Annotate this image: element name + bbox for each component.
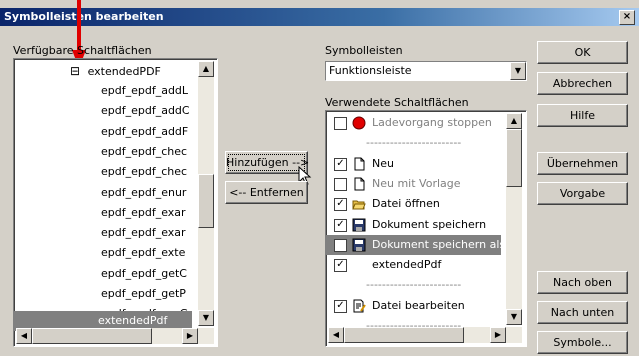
tree-item[interactable]: epdf_epdf_getP <box>101 284 196 304</box>
save-as-icon <box>352 238 366 252</box>
used-buttons-list[interactable]: Ladevorgang stoppen ---------------------… <box>325 110 527 347</box>
checkbox[interactable] <box>334 238 347 252</box>
tree-item[interactable]: epdf_epdf_addL <box>101 81 196 101</box>
tree-item[interactable]: epdf_epdf_enur <box>101 183 196 203</box>
edit-file-icon <box>352 299 366 313</box>
list-item[interactable]: Neu mit Vorlage <box>326 174 501 194</box>
available-buttons-label: Verfügbare Schaltflächen <box>13 44 152 57</box>
used-buttons-label: Verwendete Schaltflächen <box>325 96 469 109</box>
list-scroll-left-button[interactable]: ◀ <box>328 327 344 343</box>
list-scroll-down-button[interactable]: ▼ <box>506 309 522 325</box>
collapse-icon[interactable]: ⊟ <box>70 64 80 78</box>
h-scroll-thumb[interactable] <box>32 328 152 344</box>
list-item-label: Dokument speichern <box>372 217 487 231</box>
list-item-label: Neu <box>372 156 394 170</box>
tree-item[interactable]: epdf_epdf_getC <box>101 264 196 284</box>
default-button[interactable]: Vorgabe <box>537 182 628 205</box>
list-item[interactable]: Dokument speichern als <box>326 234 505 255</box>
dialog-window: Symbolleisten bearbeiten × Verfügbare Sc… <box>0 0 639 356</box>
tree-vertical-scrollbar[interactable]: ▲ ▼ <box>198 61 214 326</box>
checkbox[interactable]: ✓ <box>334 157 347 171</box>
list-item[interactable]: ✓ Datei bearbeiten <box>326 296 501 316</box>
scroll-left-button[interactable]: ◀ <box>16 328 32 344</box>
list-scroll-thumb[interactable] <box>506 129 522 187</box>
help-button[interactable]: Hilfe <box>537 104 628 127</box>
chevron-down-icon[interactable]: ▼ <box>510 62 526 80</box>
tree-item[interactable]: epdf_epdf_exte <box>101 243 196 263</box>
list-item[interactable]: Ladevorgang stoppen <box>326 113 501 133</box>
close-button[interactable]: × <box>619 10 635 25</box>
list-vertical-scrollbar[interactable]: ▲ ▼ <box>506 113 522 325</box>
list-item[interactable]: ✓ extendedPdf <box>326 255 501 275</box>
tree-item[interactable]: epdf_epdf_addC <box>101 101 196 121</box>
checkbox[interactable]: ✓ <box>334 218 347 232</box>
move-down-button[interactable]: Nach unten <box>537 301 628 324</box>
checkbox[interactable]: ✓ <box>334 198 347 212</box>
list-item[interactable]: ------------------------ <box>326 133 501 153</box>
tree-item[interactable]: epdf_epdf_exar <box>101 223 196 243</box>
list-item-label: Datei öffnen <box>372 197 440 211</box>
list-item-label: ------------------------ <box>366 136 462 150</box>
title-bar[interactable]: Symbolleisten bearbeiten × <box>0 8 639 26</box>
tree-item[interactable]: epdf_epdf_chec <box>101 162 196 182</box>
list-scroll-right-button[interactable]: ▶ <box>490 327 506 343</box>
checkbox[interactable]: ✓ <box>334 259 347 273</box>
scroll-up-button[interactable]: ▲ <box>198 61 214 77</box>
list-horizontal-scrollbar[interactable]: ◀ ▶ <box>328 327 522 343</box>
list-item[interactable]: ✓ Datei öffnen <box>326 194 501 214</box>
list-item-label: ------------------------ <box>366 278 462 292</box>
list-item[interactable]: ✓ Dokument speichern <box>326 215 501 235</box>
checkbox[interactable] <box>334 117 347 130</box>
checkbox[interactable]: ✓ <box>334 299 347 313</box>
move-up-button[interactable]: Nach oben <box>537 271 628 294</box>
scroll-down-button[interactable]: ▼ <box>198 310 214 326</box>
remove-button[interactable]: <-- Entfernen <box>225 181 308 204</box>
ok-button[interactable]: OK <box>537 41 628 64</box>
available-buttons-tree[interactable]: ⊟ extendedPDF epdf_epdf_addL epdf_epdf_ad… <box>13 58 218 347</box>
list-item-label: Dokument speichern als <box>372 237 506 251</box>
tree-horizontal-scrollbar[interactable]: ◀ ▶ <box>16 328 214 344</box>
list-item[interactable]: ------------------------ <box>326 275 501 295</box>
tree-root-item[interactable]: ⊟ extendedPDF <box>70 61 161 81</box>
tree-item[interactable]: epdf_epdf_addF <box>101 122 196 142</box>
toolbar-select[interactable]: Funktionsleiste ▼ <box>325 61 527 81</box>
stop-icon <box>352 116 366 130</box>
apply-button[interactable]: Übernehmen <box>537 152 628 175</box>
list-h-scroll-thumb[interactable] <box>344 327 464 343</box>
list-item-label: extendedPdf <box>372 258 442 272</box>
tree-item[interactable]: epdf_epdf_chec <box>101 142 196 162</box>
new-document-icon <box>352 157 366 171</box>
open-folder-icon <box>352 197 366 211</box>
add-button[interactable]: Hinzufügen --> <box>225 151 309 174</box>
cancel-button[interactable]: Abbrechen <box>537 72 628 95</box>
tree-item[interactable]: epdf_epdf_exar <box>101 203 196 223</box>
scroll-thumb[interactable] <box>198 174 214 228</box>
list-item-label: Datei bearbeiten <box>372 298 465 312</box>
scroll-right-button[interactable]: ▶ <box>182 328 198 344</box>
symbols-button[interactable]: Symbole... <box>537 331 628 354</box>
list-item-label: Ladevorgang stoppen <box>372 116 492 129</box>
list-item-label: Neu mit Vorlage <box>372 176 461 190</box>
checkbox[interactable] <box>334 177 347 191</box>
toolbars-label: Symbolleisten <box>325 44 403 57</box>
list-item[interactable]: ✓ Neu <box>326 154 501 174</box>
save-icon <box>352 218 366 232</box>
list-scroll-up-button[interactable]: ▲ <box>506 113 522 129</box>
new-template-icon <box>352 177 366 191</box>
